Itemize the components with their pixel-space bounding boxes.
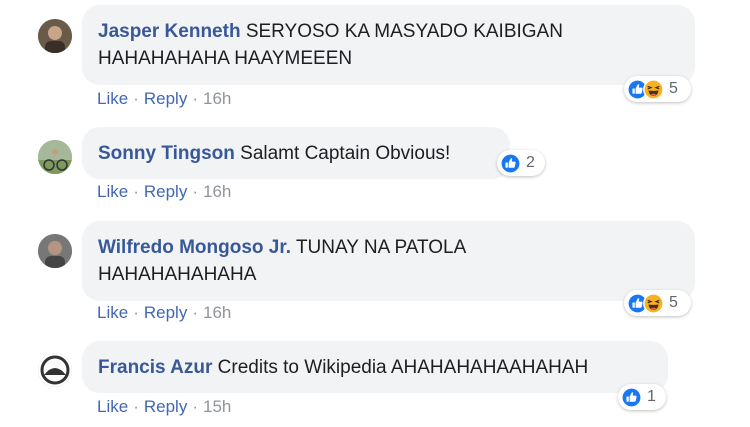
comment-author[interactable]: Jasper Kenneth xyxy=(98,21,241,42)
separator-dot: · xyxy=(192,397,198,416)
comment-text: SERYOSO KA MASYADO KAIBIGAN xyxy=(245,21,563,42)
comment-text: HAHAHAHAHAHA xyxy=(98,264,257,285)
like-link[interactable]: Like xyxy=(97,397,128,416)
comment-author[interactable]: Sonny Tingson xyxy=(98,143,235,164)
avatar[interactable] xyxy=(38,353,72,387)
reaction-count: 2 xyxy=(526,154,535,171)
reaction-summary[interactable]: 2 xyxy=(497,150,545,176)
like-link[interactable]: Like xyxy=(97,89,128,108)
comment-author[interactable]: Francis Azur xyxy=(98,357,212,378)
comment-author[interactable]: Wilfredo Mongoso Jr. xyxy=(98,237,291,258)
avatar[interactable] xyxy=(38,19,72,53)
comment-actions: Like · Reply · 16h xyxy=(97,89,231,109)
avatar[interactable] xyxy=(38,140,72,174)
comment-bubble: Francis Azur Credits to Wikipedia AHAHAH… xyxy=(82,341,668,393)
comment-text: HAHAHAHAHA HAAYMEEEN xyxy=(98,48,353,69)
reaction-summary[interactable]: 5 xyxy=(624,290,691,316)
comment-actions: Like · Reply · 16h xyxy=(97,182,231,202)
reaction-summary[interactable]: 5 xyxy=(624,76,691,102)
comment-timestamp[interactable]: 16h xyxy=(203,89,231,108)
comment-timestamp[interactable]: 16h xyxy=(203,182,231,201)
reply-link[interactable]: Reply xyxy=(144,182,187,201)
separator-dot: · xyxy=(133,182,139,201)
separator-dot: · xyxy=(192,89,198,108)
reply-link[interactable]: Reply xyxy=(144,89,187,108)
separator-dot: · xyxy=(192,303,198,322)
separator-dot: · xyxy=(133,397,139,416)
reaction-count: 5 xyxy=(669,80,678,97)
comment-text: Salamt Captain Obvious! xyxy=(240,143,451,164)
reaction-count: 1 xyxy=(647,388,656,405)
comment-timestamp[interactable]: 15h xyxy=(203,397,231,416)
comment-bubble: Wilfredo Mongoso Jr. TUNAY NA PATOLA HAH… xyxy=(82,221,695,301)
comment-bubble: Sonny Tingson Salamt Captain Obvious! xyxy=(82,127,510,179)
like-link[interactable]: Like xyxy=(97,182,128,201)
separator-dot: · xyxy=(133,303,139,322)
comment-text: TUNAY NA PATOLA xyxy=(295,237,467,258)
comment-bubble: Jasper Kenneth SERYOSO KA MASYADO KAIBIG… xyxy=(82,5,695,85)
separator-dot: · xyxy=(133,89,139,108)
reaction-summary[interactable]: 1 xyxy=(618,384,666,410)
like-link[interactable]: Like xyxy=(97,303,128,322)
avatar[interactable] xyxy=(38,234,72,268)
comment-text: Credits to Wikipedia AHAHAHAHAAHAHAH xyxy=(217,357,589,378)
like-icon xyxy=(500,153,521,174)
comment-actions: Like · Reply · 15h xyxy=(97,397,231,417)
comment-actions: Like · Reply · 16h xyxy=(97,303,231,323)
like-icon xyxy=(621,387,642,408)
reply-link[interactable]: Reply xyxy=(144,303,187,322)
reaction-count: 5 xyxy=(669,294,678,311)
comment-timestamp[interactable]: 16h xyxy=(203,303,231,322)
reply-link[interactable]: Reply xyxy=(144,397,187,416)
separator-dot: · xyxy=(192,182,198,201)
haha-icon xyxy=(643,79,664,100)
haha-icon xyxy=(643,293,664,314)
